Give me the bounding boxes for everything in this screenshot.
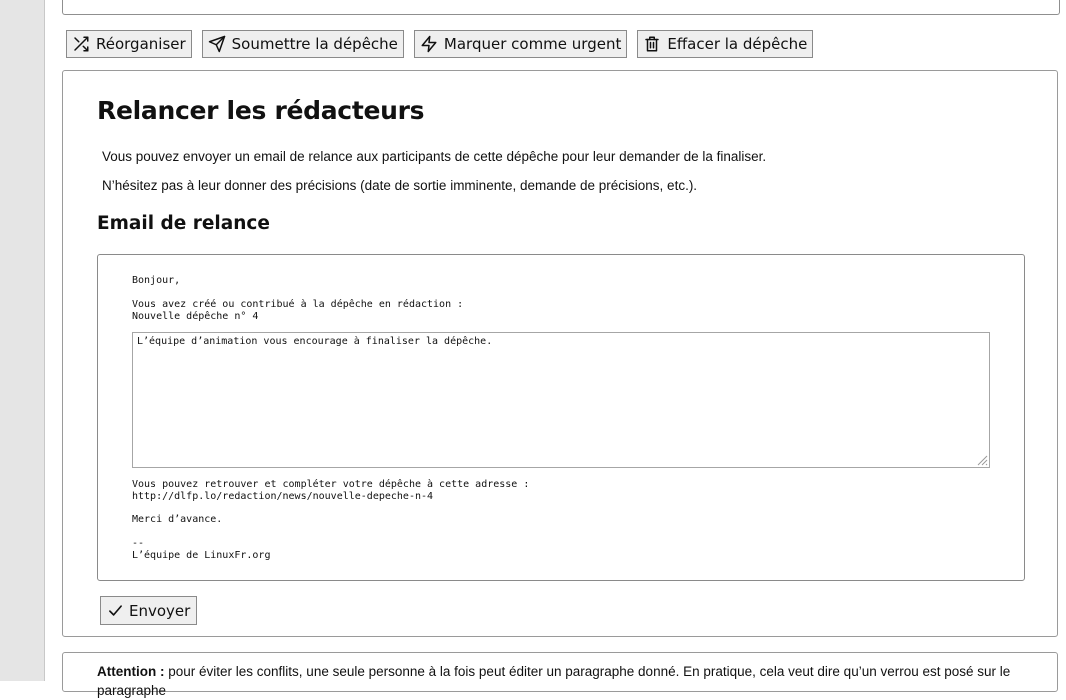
email-signature-separator: -- — [132, 538, 145, 549]
submit-news-button[interactable]: Soumettre la dépêche — [201, 30, 404, 58]
email-url: http://dlfp.lo/redaction/news/nouvelle-d… — [132, 491, 434, 502]
reminder-title: Relancer les rédacteurs — [97, 96, 425, 125]
send-label: Envoyer — [129, 601, 191, 620]
email-news-title: Nouvelle dépêche n° 4 — [132, 311, 259, 322]
reminder-panel: Relancer les rédacteurs Vous pouvez envo… — [62, 70, 1058, 637]
shuffle-icon — [74, 36, 89, 52]
email-signature: L’équipe de LinuxFr.org — [132, 550, 271, 561]
reorganize-label: Réorganiser — [96, 35, 186, 53]
trash-icon — [645, 36, 660, 52]
lightning-icon — [421, 35, 437, 53]
reminder-intro: Vous pouvez envoyer un email de relance … — [102, 149, 767, 164]
email-intro-line: Vous avez créé ou contribué à la dépêche… — [132, 299, 464, 310]
email-greeting: Bonjour, — [132, 275, 181, 286]
email-address-line: Vous pouvez retrouver et compléter votre… — [132, 479, 530, 490]
left-sidebar — [0, 0, 45, 681]
message-text: L’équipe d’animation vous encourage à fi… — [137, 336, 493, 347]
delete-news-button[interactable]: Effacer la dépêche — [637, 30, 814, 58]
notice-body: pour éviter les conflits, une seule pers… — [97, 664, 1011, 698]
news-toolbar: Réorganiser Soumettre la dépêche Marquer… — [66, 30, 814, 58]
mark-urgent-button[interactable]: Marquer comme urgent — [413, 30, 628, 58]
send-icon — [208, 35, 225, 53]
resize-grip-icon[interactable] — [976, 454, 988, 466]
message-textarea[interactable]: L’équipe d’animation vous encourage à fi… — [132, 332, 990, 468]
edit-lock-notice: Attention : pour éviter les conflits, un… — [62, 652, 1058, 698]
email-heading: Email de relance — [97, 213, 270, 234]
previous-panel — [62, 0, 1060, 15]
notice-text: Attention : pour éviter les conflits, un… — [97, 662, 1027, 700]
send-button[interactable]: Envoyer — [100, 596, 198, 625]
notice-label: Attention : — [97, 664, 165, 679]
email-thanks: Merci d’avance. — [132, 514, 223, 525]
submit-news-label: Soumettre la dépêche — [231, 35, 398, 53]
reminder-hint: N’hésitez pas à leur donner des précisio… — [102, 178, 698, 193]
check-icon — [109, 605, 122, 616]
email-preview: Bonjour, Vous avez créé ou contribué à l… — [97, 254, 1025, 581]
reorganize-button[interactable]: Réorganiser — [66, 30, 192, 58]
mark-urgent-label: Marquer comme urgent — [443, 35, 622, 53]
delete-news-label: Effacer la dépêche — [667, 35, 808, 53]
